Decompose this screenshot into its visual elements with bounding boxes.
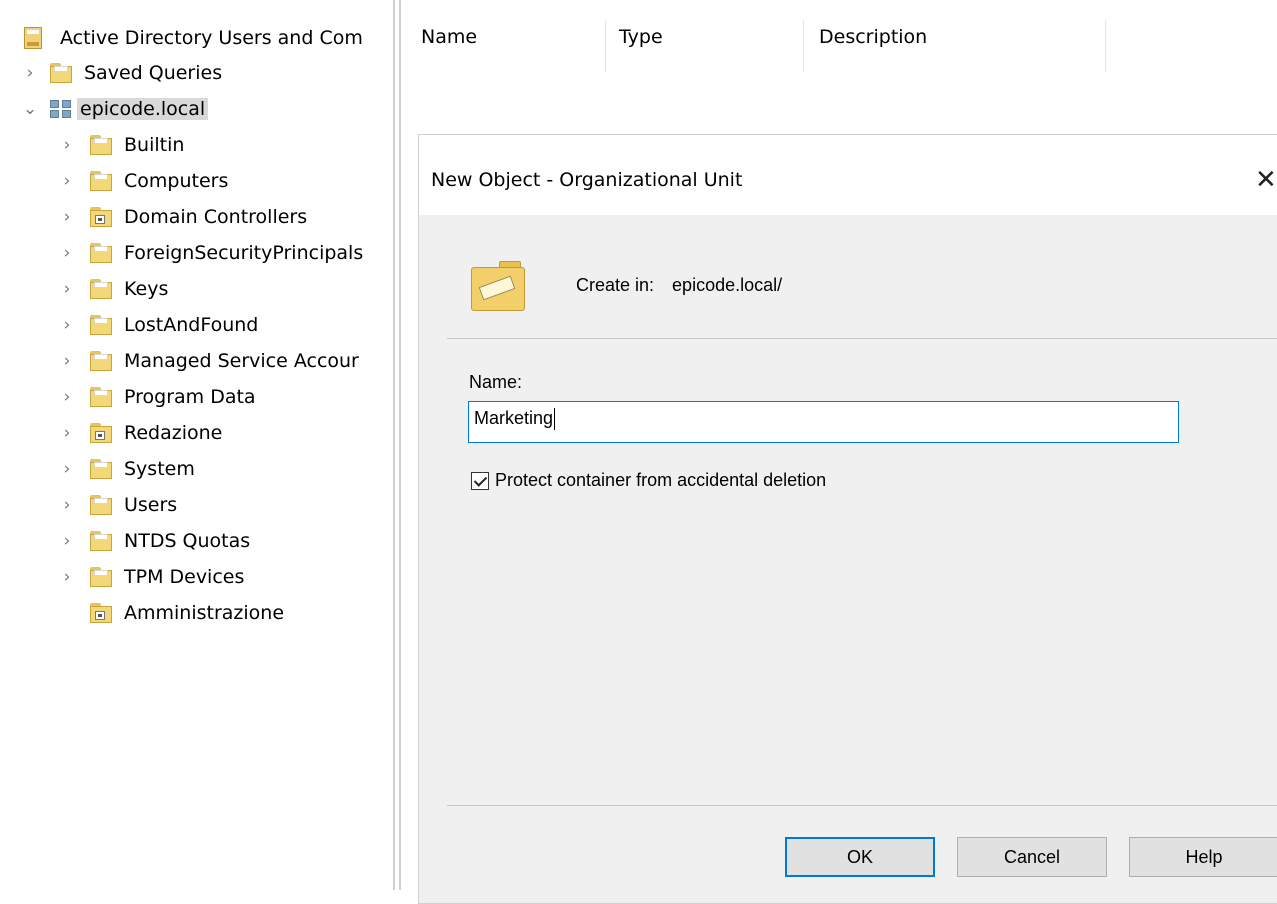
chevron-right-icon[interactable]: › — [57, 243, 77, 263]
tree-item-builtin[interactable]: › Builtin — [57, 128, 185, 162]
tree-item-foreign-security-principals[interactable]: › ForeignSecurityPrincipals — [57, 236, 364, 270]
folder-icon — [90, 135, 112, 155]
new-ou-dialog: New Object - Organizational Unit ✕ Creat… — [418, 134, 1277, 904]
tree-item-amministrazione[interactable]: Amministrazione — [90, 596, 284, 630]
chevron-right-icon[interactable]: › — [57, 387, 77, 407]
chevron-right-icon[interactable]: › — [57, 459, 77, 479]
folder-icon — [90, 495, 112, 515]
folder-icon — [90, 459, 112, 479]
tree-item-label: Saved Queries — [84, 62, 223, 84]
tree-item-lostandfound[interactable]: › LostAndFound — [57, 308, 259, 342]
divider — [447, 338, 1277, 339]
checkbox-checked-icon[interactable] — [471, 471, 489, 490]
tree-item-saved-queries[interactable]: › Saved Queries — [20, 56, 223, 90]
help-button[interactable]: Help — [1129, 837, 1277, 877]
chevron-right-icon[interactable]: › — [57, 207, 77, 227]
tree-item-label: Users — [124, 494, 178, 516]
chevron-right-icon[interactable]: › — [57, 135, 77, 155]
dialog-title-bar[interactable]: New Object - Organizational Unit ✕ — [419, 135, 1277, 215]
console-tree: Active Directory Users and Com › Saved Q… — [0, 0, 392, 890]
tree-item-tpm-devices[interactable]: › TPM Devices — [57, 560, 245, 594]
organizational-unit-icon — [471, 261, 527, 313]
close-icon[interactable]: ✕ — [1255, 165, 1277, 195]
folder-icon — [90, 387, 112, 407]
tree-item-domain-controllers[interactable]: › Domain Controllers — [57, 200, 308, 234]
column-divider[interactable] — [803, 20, 804, 72]
chevron-right-icon[interactable]: › — [57, 279, 77, 299]
create-in-row: Create in: epicode.local/ — [576, 275, 782, 296]
folder-icon — [90, 171, 112, 191]
tree-item-label: Keys — [124, 278, 169, 300]
tree-item-label: Managed Service Accour — [124, 350, 359, 372]
tree-item-label: TPM Devices — [124, 566, 245, 588]
name-label: Name: — [469, 372, 523, 392]
tree-item-redazione[interactable]: › Redazione — [57, 416, 223, 450]
tree-item-domain[interactable]: ⌄ epicode.local — [20, 92, 209, 126]
tree-item-computers[interactable]: › Computers — [57, 164, 229, 198]
column-header-type[interactable]: Type — [619, 26, 663, 48]
column-header-name[interactable]: Name — [421, 26, 477, 48]
chevron-right-icon[interactable]: › — [57, 423, 77, 443]
folder-icon — [90, 351, 112, 371]
protect-deletion-row[interactable]: Protect container from accidental deleti… — [471, 470, 826, 491]
column-divider[interactable] — [1105, 20, 1106, 72]
folder-icon — [90, 531, 112, 551]
folder-icon — [90, 567, 112, 587]
tree-item-users[interactable]: › Users — [57, 488, 178, 522]
chevron-right-icon[interactable]: › — [57, 495, 77, 515]
domain-icon — [50, 98, 74, 120]
tree-item-system[interactable]: › System — [57, 452, 195, 486]
tree-item-program-data[interactable]: › Program Data — [57, 380, 256, 414]
tree-item-keys[interactable]: › Keys — [57, 272, 169, 306]
aduc-app-icon — [24, 27, 42, 49]
chevron-right-icon[interactable]: › — [57, 351, 77, 371]
create-in-label: Create in: — [576, 275, 655, 295]
chevron-right-icon[interactable]: › — [57, 531, 77, 551]
chevron-right-icon[interactable]: › — [57, 567, 77, 587]
ok-button[interactable]: OK — [785, 837, 935, 877]
name-input-value: Marketing — [474, 408, 554, 428]
tree-item-label: LostAndFound — [124, 314, 259, 336]
divider — [447, 805, 1277, 806]
cancel-button[interactable]: Cancel — [957, 837, 1107, 877]
pane-splitter[interactable] — [393, 0, 395, 890]
text-caret — [554, 408, 556, 431]
organizational-unit-icon — [90, 207, 112, 227]
tree-item-label: Computers — [124, 170, 229, 192]
tree-item-label: ForeignSecurityPrincipals — [124, 242, 364, 264]
organizational-unit-icon — [90, 423, 112, 443]
chevron-right-icon[interactable]: › — [20, 63, 40, 83]
create-in-value: epicode.local/ — [672, 275, 783, 295]
name-input[interactable]: Marketing — [468, 401, 1179, 443]
chevron-right-icon[interactable]: › — [57, 171, 77, 191]
tree-root[interactable]: Active Directory Users and Com — [24, 21, 363, 55]
tree-item-label: System — [124, 458, 195, 480]
tree-item-label: epicode.local — [77, 98, 209, 120]
tree-item-label: NTDS Quotas — [124, 530, 251, 552]
tree-item-label: Redazione — [124, 422, 223, 444]
folder-icon — [90, 243, 112, 263]
folder-icon — [90, 315, 112, 335]
dialog-title: New Object - Organizational Unit — [431, 169, 743, 191]
column-header-description[interactable]: Description — [819, 26, 927, 48]
folder-icon — [90, 279, 112, 299]
folder-icon — [50, 63, 72, 83]
organizational-unit-icon — [90, 603, 112, 623]
chevron-right-icon[interactable]: › — [57, 315, 77, 335]
protect-deletion-label: Protect container from accidental deleti… — [495, 470, 827, 490]
tree-item-label: Program Data — [124, 386, 256, 408]
chevron-down-icon[interactable]: ⌄ — [20, 99, 40, 119]
tree-item-label: Amministrazione — [124, 602, 285, 624]
tree-root-label: Active Directory Users and Com — [60, 27, 363, 49]
column-divider[interactable] — [605, 20, 606, 72]
tree-item-ntds-quotas[interactable]: › NTDS Quotas — [57, 524, 251, 558]
tree-item-label: Builtin — [124, 134, 185, 156]
tree-item-label: Domain Controllers — [124, 206, 308, 228]
tree-item-managed-service-accounts[interactable]: › Managed Service Accour — [57, 344, 359, 378]
